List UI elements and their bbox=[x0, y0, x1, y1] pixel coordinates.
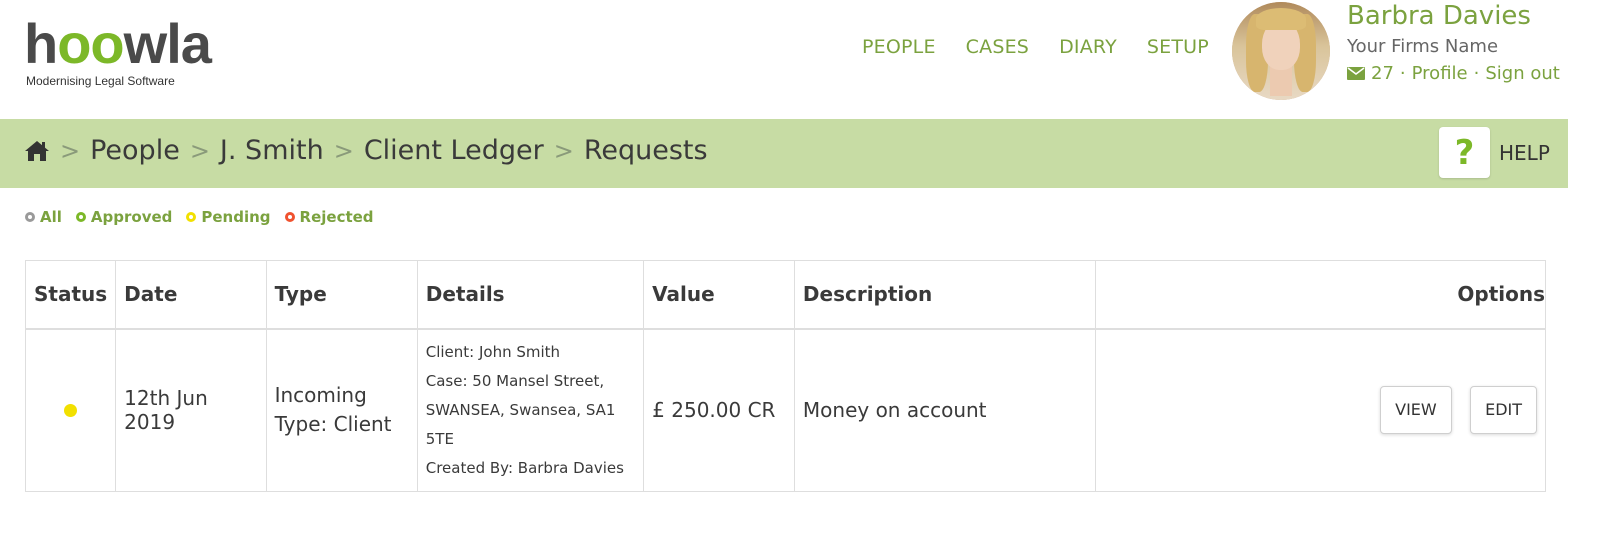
table-row: 12th Jun 2019 Incoming Type: Client Clie… bbox=[24, 328, 1547, 492]
header-type[interactable]: Type bbox=[265, 260, 418, 330]
filter-all-label: All bbox=[40, 208, 62, 226]
edit-button[interactable]: EDIT bbox=[1470, 386, 1537, 435]
filter-approved-label: Approved bbox=[90, 208, 173, 226]
logo-text-wla: wla bbox=[123, 12, 212, 75]
header-value[interactable]: Value bbox=[643, 260, 795, 330]
breadcrumb-separator: > bbox=[553, 136, 574, 165]
requests-table: Status Date Type Details Value Descripti… bbox=[24, 260, 1547, 492]
home-icon[interactable] bbox=[24, 138, 50, 164]
details-cell: Client: John Smith Case: 50 Mansel Stree… bbox=[416, 328, 645, 492]
user-firm-name: Your Firms Name bbox=[1347, 36, 1499, 57]
help-icon: ? bbox=[1454, 132, 1475, 173]
options-cell: VIEW EDIT bbox=[1094, 328, 1547, 492]
user-avatar[interactable] bbox=[1232, 2, 1330, 100]
logo-wordmark: hoowla bbox=[24, 12, 212, 75]
breadcrumb: > People > J. Smith > Client Ledger > Re… bbox=[24, 135, 708, 166]
header-details[interactable]: Details bbox=[416, 260, 645, 330]
header-status[interactable]: Status bbox=[24, 260, 117, 330]
logo-tagline: Modernising Legal Software bbox=[26, 74, 175, 88]
details-case-line2: SWANSEA, Swansea, SA1 bbox=[425, 400, 616, 419]
date-cell: 12th Jun 2019 bbox=[115, 328, 267, 492]
nav-cases[interactable]: CASES bbox=[966, 36, 1029, 58]
header-date[interactable]: Date bbox=[115, 260, 267, 330]
messages-link[interactable]: 27 bbox=[1347, 63, 1394, 84]
breadcrumb-separator: > bbox=[189, 136, 210, 165]
type-cell: Incoming Type: Client bbox=[265, 328, 418, 492]
filter-pending-label: Pending bbox=[201, 208, 271, 226]
breadcrumb-people[interactable]: People bbox=[90, 135, 180, 166]
pending-status-icon bbox=[64, 404, 78, 418]
header-options: Options bbox=[1094, 260, 1547, 330]
breadcrumb-client[interactable]: J. Smith bbox=[220, 135, 324, 166]
header-description[interactable]: Description bbox=[793, 260, 1096, 330]
type-kind: Type: Client bbox=[274, 412, 392, 437]
filter-rejected[interactable]: Rejected bbox=[284, 208, 374, 226]
filter-approved[interactable]: Approved bbox=[75, 208, 173, 226]
main-nav: PEOPLE CASES DIARY SETUP bbox=[862, 36, 1209, 58]
view-button[interactable]: VIEW bbox=[1380, 386, 1452, 435]
breadcrumb-separator: > bbox=[60, 136, 81, 165]
filter-pending-icon bbox=[186, 212, 197, 222]
help-label[interactable]: HELP bbox=[1499, 141, 1550, 165]
nav-people[interactable]: PEOPLE bbox=[862, 36, 936, 58]
header: hoowla Modernising Legal Software PEOPLE… bbox=[0, 0, 1624, 118]
logo-text-h: h bbox=[24, 12, 58, 75]
logo-text-oo: oo bbox=[57, 12, 124, 75]
details-case-line3: 5TE bbox=[425, 429, 454, 448]
signout-link[interactable]: Sign out bbox=[1485, 63, 1559, 84]
filter-pending[interactable]: Pending bbox=[186, 208, 271, 226]
value-cell: £ 250.00 CR bbox=[643, 328, 795, 492]
breadcrumb-requests: Requests bbox=[583, 135, 708, 166]
link-separator: · bbox=[1399, 63, 1406, 84]
filter-approved-icon bbox=[75, 212, 86, 222]
filter-rejected-label: Rejected bbox=[299, 208, 374, 226]
details-case-line1: Case: 50 Mansel Street, bbox=[425, 371, 605, 390]
message-count: 27 bbox=[1371, 63, 1394, 84]
profile-link[interactable]: Profile bbox=[1412, 63, 1468, 84]
nav-setup[interactable]: SETUP bbox=[1147, 36, 1209, 58]
nav-diary[interactable]: DIARY bbox=[1059, 36, 1117, 58]
details-created-by: Created By: Barbra Davies bbox=[425, 458, 624, 477]
filter-all[interactable]: All bbox=[25, 208, 62, 226]
link-separator: · bbox=[1473, 63, 1480, 84]
breadcrumb-separator: > bbox=[333, 136, 354, 165]
description-cell: Money on account bbox=[793, 328, 1096, 492]
user-links: 27 · Profile · Sign out bbox=[1347, 63, 1560, 84]
breadcrumb-bar: > People > J. Smith > Client Ledger > Re… bbox=[0, 119, 1568, 188]
filter-all-icon bbox=[25, 212, 35, 222]
type-direction: Incoming bbox=[274, 383, 367, 408]
filter-rejected-icon bbox=[284, 212, 295, 222]
status-cell bbox=[24, 328, 117, 492]
details-client: Client: John Smith bbox=[425, 342, 561, 361]
envelope-icon bbox=[1347, 67, 1365, 80]
breadcrumb-client-ledger[interactable]: Client Ledger bbox=[364, 135, 544, 166]
help-button[interactable]: ? bbox=[1439, 127, 1490, 178]
howla-logo[interactable]: hoowla Modernising Legal Software bbox=[24, 14, 234, 94]
status-filters: All Approved Pending Rejected bbox=[25, 208, 374, 226]
table-header-row: Status Date Type Details Value Descripti… bbox=[24, 260, 1547, 330]
user-name: Barbra Davies bbox=[1347, 1, 1531, 31]
user-panel: Barbra Davies Your Firms Name 27 · Profi… bbox=[1347, 0, 1560, 84]
